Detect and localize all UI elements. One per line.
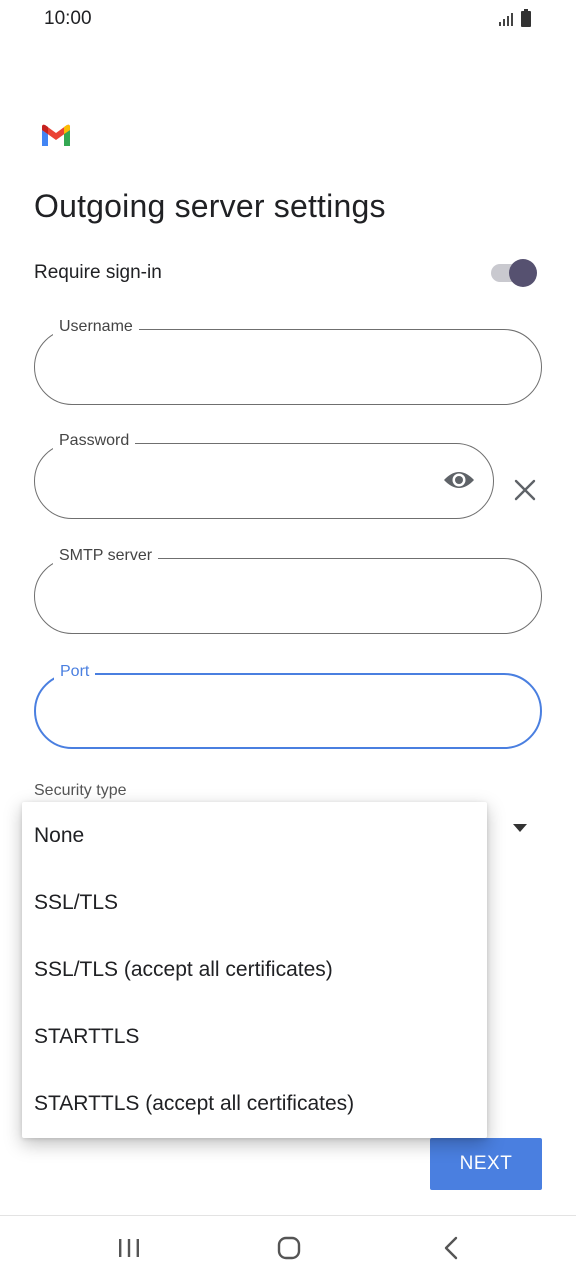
recent-apps-icon[interactable] — [118, 1238, 140, 1263]
smtp-server-label: SMTP server — [53, 547, 159, 565]
menu-item-ssl-tls[interactable]: SSL/TLS — [22, 869, 487, 936]
security-type-menu: None SSL/TLS SSL/TLS (accept all certifi… — [22, 802, 487, 1138]
toggle-thumb — [509, 259, 537, 287]
menu-item-ssl-tls-accept-all[interactable]: SSL/TLS (accept all certificates) — [22, 936, 487, 1003]
back-icon[interactable] — [442, 1236, 460, 1265]
menu-item-starttls[interactable]: STARTTLS — [22, 1003, 487, 1070]
username-label: Username — [53, 318, 139, 336]
smtp-server-field[interactable]: SMTP server — [34, 547, 542, 634]
eye-icon[interactable] — [443, 468, 475, 497]
security-type-label: Security type — [34, 782, 127, 799]
status-time: 10:00 — [44, 8, 92, 29]
signal-icon — [498, 11, 514, 32]
require-signin-label: Require sign-in — [34, 262, 162, 283]
next-button[interactable]: NEXT — [430, 1138, 542, 1190]
chevron-down-icon[interactable] — [512, 820, 528, 838]
navigation-bar — [0, 1216, 576, 1282]
password-label: Password — [53, 432, 136, 450]
gmail-logo — [40, 124, 72, 153]
status-bar: 10:00 — [0, 0, 576, 40]
battery-icon — [520, 9, 532, 32]
page-title: Outgoing server settings — [34, 188, 386, 224]
password-field[interactable]: Password — [34, 432, 494, 519]
username-field[interactable]: Username — [34, 318, 542, 405]
close-icon[interactable] — [514, 479, 536, 506]
port-field[interactable]: Port — [34, 663, 542, 749]
port-label: Port — [54, 663, 96, 681]
menu-item-none[interactable]: None — [22, 802, 487, 869]
require-signin-toggle[interactable] — [491, 258, 539, 288]
home-icon[interactable] — [277, 1236, 301, 1265]
menu-item-starttls-accept-all[interactable]: STARTTLS (accept all certificates) — [22, 1070, 487, 1137]
